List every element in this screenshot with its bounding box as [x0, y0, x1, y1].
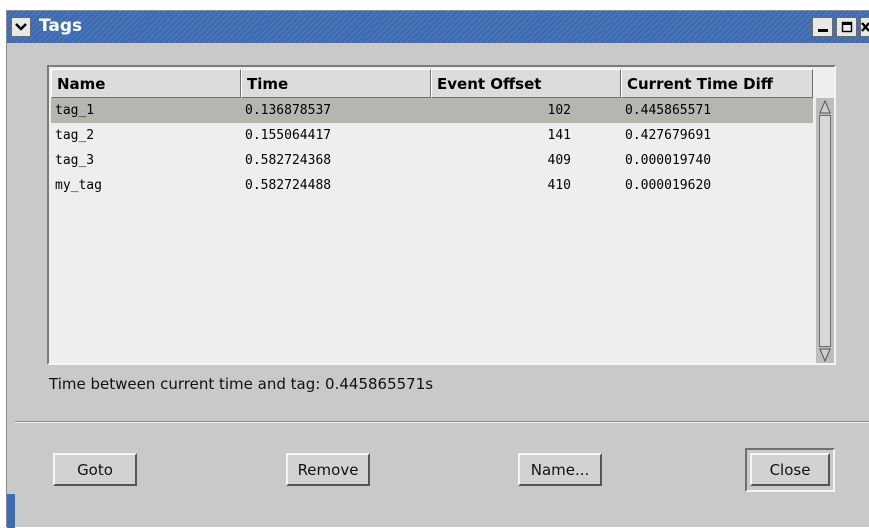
window-title: Tags: [39, 16, 83, 36]
cell-current-time-diff: 0.427679691: [625, 128, 712, 143]
maximize-button[interactable]: [836, 17, 857, 37]
table-row[interactable]: tag_2 0.155064417 141 0.427679691: [51, 123, 813, 148]
cell-time: 0.155064417: [245, 128, 332, 143]
title-bar[interactable]: Tags: [7, 11, 869, 43]
cell-time: 0.136878537: [245, 103, 332, 118]
table-header: Name Time Event Offset Current Time Diff: [51, 69, 813, 98]
cell-current-time-diff: 0.000019620: [625, 178, 712, 193]
goto-button[interactable]: Goto: [53, 453, 137, 486]
maximize-icon: [841, 21, 852, 33]
cell-name: tag_1: [55, 103, 95, 118]
scroll-down-button[interactable]: [819, 348, 831, 362]
table-row[interactable]: tag_3 0.582724368 409 0.000019740: [51, 148, 813, 173]
close-icon: [861, 22, 869, 32]
cell-event-offset: 102: [547, 103, 571, 118]
scroll-up-button[interactable]: [819, 100, 831, 114]
cell-time: 0.582724368: [245, 153, 332, 168]
cell-name: tag_2: [55, 128, 95, 143]
time-difference-label: Time between current time and tag: 0.445…: [49, 375, 434, 393]
cell-event-offset: 409: [547, 153, 571, 168]
column-header-current-time-diff[interactable]: Current Time Diff: [621, 69, 813, 98]
tags-window: Tags Name Time Event Offset Current Time…: [6, 10, 869, 528]
cell-name: tag_3: [55, 153, 95, 168]
cell-event-offset: 141: [547, 128, 571, 143]
divider: [15, 421, 869, 423]
table-row[interactable]: my_tag 0.582724488 410 0.000019620: [51, 173, 813, 198]
close-window-button[interactable]: [860, 17, 869, 37]
window-menu-button[interactable]: [11, 17, 31, 37]
minimize-icon: [817, 29, 828, 32]
arrow-up-icon: [819, 100, 831, 114]
close-button[interactable]: Close: [750, 453, 830, 486]
chevron-down-icon: [15, 23, 27, 31]
scrollbar-trough[interactable]: [819, 115, 831, 347]
tags-table: Name Time Event Offset Current Time Diff…: [47, 65, 836, 365]
column-header-name[interactable]: Name: [51, 69, 241, 98]
vertical-scrollbar[interactable]: [816, 98, 834, 363]
cell-event-offset: 410: [547, 178, 571, 193]
table-row[interactable]: tag_1 0.136878537 102 0.445865571: [51, 98, 813, 123]
table-body: tag_1 0.136878537 102 0.445865571 tag_2 …: [51, 98, 813, 198]
remove-button[interactable]: Remove: [286, 453, 370, 486]
column-header-time[interactable]: Time: [241, 69, 431, 98]
cell-name: my_tag: [55, 178, 102, 193]
cell-current-time-diff: 0.000019740: [625, 153, 712, 168]
cell-time: 0.582724488: [245, 178, 332, 193]
cell-current-time-diff: 0.445865571: [625, 103, 712, 118]
column-header-event-offset[interactable]: Event Offset: [431, 69, 621, 98]
minimize-button[interactable]: [812, 17, 833, 37]
window-edge: [7, 494, 15, 528]
arrow-down-icon: [819, 348, 831, 362]
name-button[interactable]: Name...: [518, 453, 602, 486]
